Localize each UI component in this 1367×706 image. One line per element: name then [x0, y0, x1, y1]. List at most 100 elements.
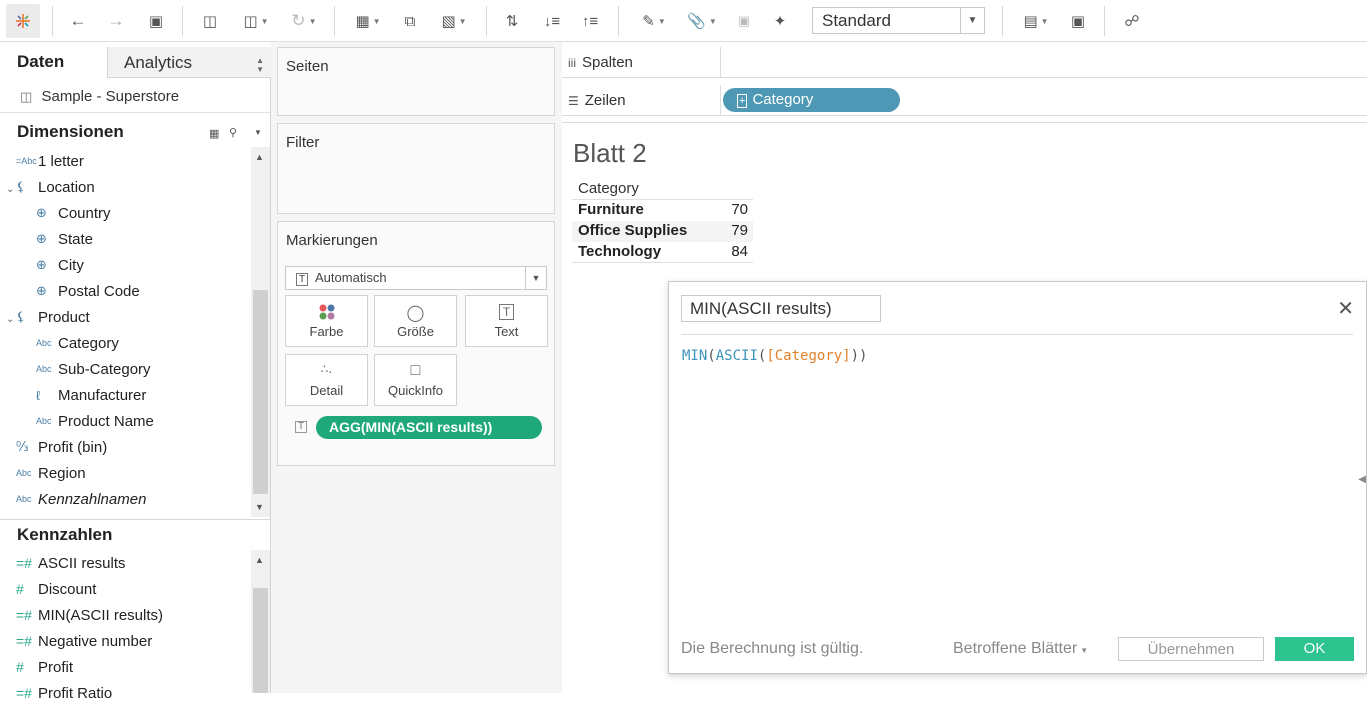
field-negative-number[interactable]: =# Negative number	[16, 628, 152, 654]
columns-shelf-label: iii Spalten	[562, 47, 721, 78]
field-state[interactable]: ⊕ State	[36, 226, 93, 252]
formula-editor[interactable]: MIN(ASCII([Category]))	[682, 348, 867, 364]
formula-function: ASCII	[715, 348, 758, 364]
tooltip-icon: □	[410, 362, 421, 379]
field-profit-ratio[interactable]: =# Profit Ratio	[16, 680, 112, 706]
scroll-up-icon[interactable]: ▲	[255, 152, 264, 162]
duplicate-sheet-icon[interactable]: ⧉	[398, 8, 422, 34]
share-icon[interactable]: ☍	[1120, 8, 1144, 34]
chevron-down-icon: ▼	[1080, 646, 1089, 655]
filter-title: Filter	[286, 134, 320, 151]
labels-icon[interactable]: ▣	[732, 8, 756, 34]
table-row-category[interactable]: Office Supplies	[578, 222, 687, 239]
mark-type-value: Automatisch	[315, 270, 387, 285]
search-icon[interactable]: ⚲	[229, 126, 237, 139]
table-row-value[interactable]: 79	[712, 222, 748, 239]
field-location[interactable]: ⚸ Location	[16, 174, 95, 200]
chevron-down-icon[interactable]: ⌄	[6, 314, 14, 325]
text-icon: T	[466, 296, 547, 324]
text-measure-pill[interactable]: AGG(MIN(ASCII results))	[316, 416, 542, 439]
field-postal-code[interactable]: ⊕ Postal Code	[36, 278, 140, 304]
field-city[interactable]: ⊕ City	[36, 252, 84, 278]
scroll-up-icon[interactable]: ▲	[255, 555, 264, 565]
undo-icon[interactable]: ←	[66, 8, 90, 34]
tab-analytics[interactable]: Analytics ▲ ▼	[107, 47, 271, 78]
table-row-value[interactable]: 70	[712, 201, 748, 218]
apply-button[interactable]: Übernehmen	[1118, 637, 1264, 661]
save-icon[interactable]: ▣	[144, 8, 168, 34]
field-kennzahlnamen[interactable]: Abc Kennzahlnamen	[16, 486, 146, 512]
tableau-logo-icon[interactable]	[6, 4, 40, 38]
field-product-name[interactable]: Abc Product Name	[36, 408, 154, 434]
datasource-item[interactable]: ◫ Sample - Superstore	[0, 85, 270, 113]
size-button[interactable]: ◯ Größe	[374, 295, 457, 347]
calc-string-icon: =Abc	[16, 156, 37, 166]
scroll-thumb[interactable]	[253, 290, 268, 494]
tab-data[interactable]: Daten	[0, 47, 107, 78]
field-category[interactable]: Abc Category	[36, 330, 119, 356]
calculation-dialog: MIN(ASCII results) ✕ MIN(ASCII([Category…	[668, 281, 1367, 674]
field-region[interactable]: Abc Region	[16, 460, 86, 486]
pin-icon[interactable]: ✦	[768, 8, 792, 34]
tooltip-button[interactable]: □ QuickInfo	[374, 354, 457, 406]
string-icon: Abc	[36, 338, 52, 348]
ok-button[interactable]: OK	[1275, 637, 1354, 661]
close-icon[interactable]: ✕	[1337, 296, 1354, 321]
table-row-value[interactable]: 84	[712, 243, 748, 260]
field-product[interactable]: ⚸ Product	[16, 304, 90, 330]
field-ascii-results[interactable]: =# ASCII results	[16, 550, 126, 576]
redo-icon[interactable]: →	[104, 8, 128, 34]
field-country[interactable]: ⊕ Country	[36, 200, 111, 226]
field-profit-bin[interactable]: ↉ Profit (bin)	[16, 434, 107, 460]
globe-icon: ⊕	[36, 231, 47, 246]
table-row-category[interactable]: Furniture	[578, 201, 644, 218]
fit-mode-select[interactable]: Standard ▼	[812, 7, 985, 34]
text-mark-icon: T	[296, 273, 309, 286]
globe-icon: ⊕	[36, 283, 47, 298]
columns-shelf[interactable]: iii Spalten	[562, 47, 1367, 78]
measures-scrollbar[interactable]: ▲	[251, 550, 270, 693]
size-icon: ◯	[406, 305, 425, 322]
table-header-category[interactable]: Category	[578, 180, 639, 197]
mark-type-select[interactable]: T Automatisch ▼	[285, 266, 547, 290]
calc-number-icon: =#	[16, 607, 32, 623]
group-icon[interactable]: 📎 ▼	[682, 8, 722, 34]
swap-icon[interactable]: ⇅	[500, 8, 524, 34]
text-button[interactable]: T Text	[465, 295, 548, 347]
cards-pane: Seiten Filter Markierungen T Automatisch…	[271, 42, 562, 693]
refresh-icon[interactable]: ↻ ▼	[284, 8, 324, 34]
show-me-icon[interactable]: ▤ ▼	[1016, 8, 1056, 34]
chevron-down-icon[interactable]: ▼	[254, 128, 262, 137]
view-list-icon[interactable]: ▦	[209, 127, 219, 140]
detail-button[interactable]: ∴․ Detail	[285, 354, 368, 406]
tooltip-label: QuickInfo	[388, 383, 443, 398]
color-button[interactable]: Farbe	[285, 295, 368, 347]
field-min-ascii-results[interactable]: =# MIN(ASCII results)	[16, 602, 163, 628]
sort-descending-icon[interactable]: ↑≡	[578, 8, 602, 34]
sort-ascending-icon[interactable]: ↓≡	[540, 8, 564, 34]
field-manufacturer[interactable]: ℓ Manufacturer	[36, 382, 146, 408]
new-sheet-icon[interactable]: ▦ ▼	[348, 8, 388, 34]
presentation-icon[interactable]: ▣	[1066, 8, 1090, 34]
pause-updates-icon[interactable]: ◫ ▼	[236, 8, 276, 34]
field-profit[interactable]: # Profit	[16, 654, 73, 680]
rows-shelf[interactable]: ☰ Zeilen + Category	[562, 85, 1367, 116]
chevron-down-icon[interactable]: ⌄	[6, 184, 14, 195]
field-sub-category[interactable]: Abc Sub-Category	[36, 356, 151, 382]
field-1-letter[interactable]: =Abc 1 letter	[16, 148, 84, 174]
category-dimension-pill[interactable]: + Category	[723, 88, 900, 112]
calc-name-input[interactable]: MIN(ASCII results)	[681, 295, 881, 322]
field-discount[interactable]: # Discount	[16, 576, 96, 602]
collapse-handle-icon[interactable]: ◀	[1358, 474, 1366, 485]
clear-sheet-icon[interactable]: ▧ ▼	[434, 8, 474, 34]
filter-card[interactable]: Filter	[277, 123, 555, 214]
new-datasource-icon[interactable]: ◫	[198, 8, 222, 34]
sheet-title[interactable]: Blatt 2	[573, 138, 647, 169]
table-row-category[interactable]: Technology	[578, 243, 661, 260]
scroll-down-icon[interactable]: ▼	[255, 502, 264, 512]
scroll-thumb[interactable]	[253, 588, 268, 693]
pages-card[interactable]: Seiten	[277, 47, 555, 116]
dimensions-scrollbar[interactable]: ▲ ▼	[251, 147, 270, 517]
highlight-icon[interactable]: ✎ ▼	[634, 8, 674, 34]
affected-sheets-button[interactable]: Betroffene Blätter ▼	[953, 640, 1088, 658]
